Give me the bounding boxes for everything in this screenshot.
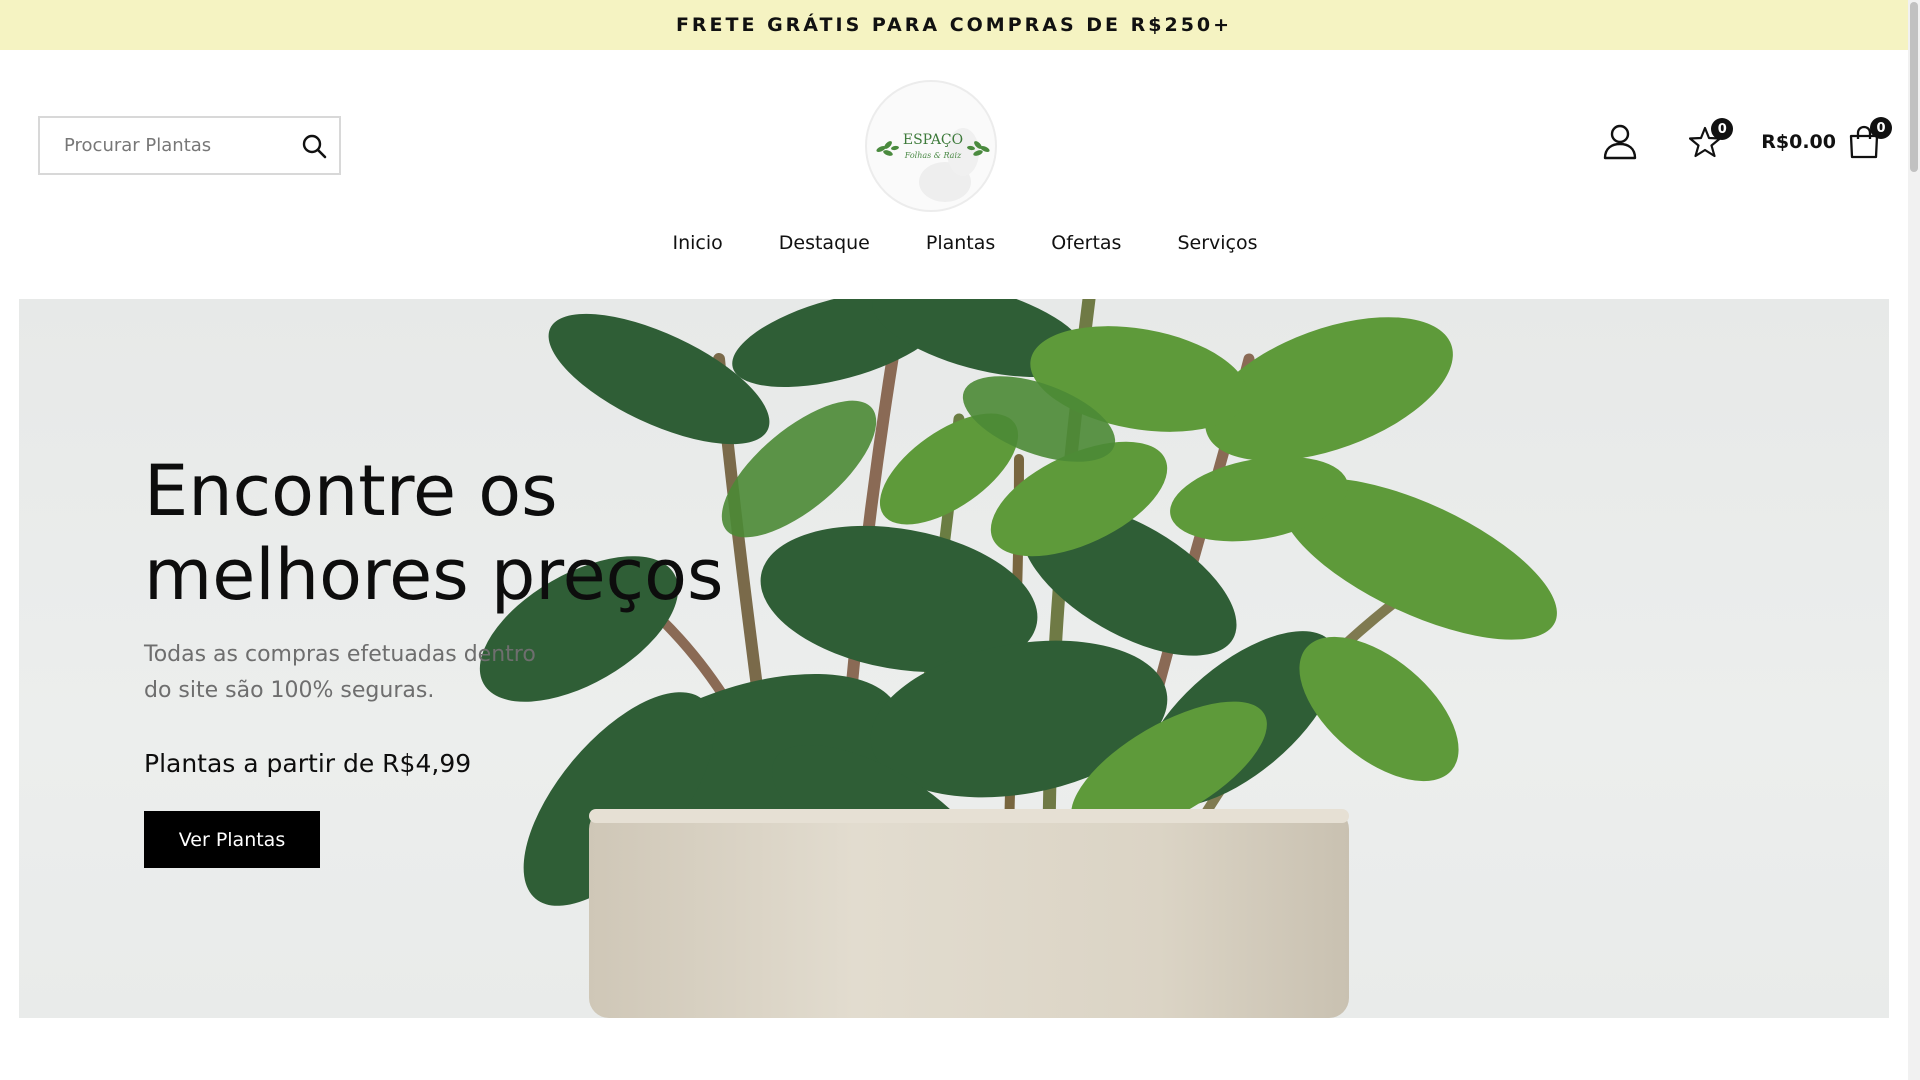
search-input[interactable]: [40, 118, 289, 173]
account-button[interactable]: [1603, 124, 1637, 160]
hero-title: Encontre os melhores preços: [144, 449, 764, 617]
logo-text-bottom: Folhas & Raiz: [904, 151, 962, 160]
hero-banner: Encontre os melhores preços Todas as com…: [19, 299, 1889, 1018]
nav-item-plantas[interactable]: Plantas: [926, 232, 995, 254]
nav-item-destaque[interactable]: Destaque: [779, 232, 870, 254]
leaf-ornament-left: [876, 141, 899, 156]
nav-item-servicos[interactable]: Serviços: [1177, 232, 1257, 254]
user-icon: [1604, 124, 1637, 160]
page-scrollbar[interactable]: [1908, 0, 1920, 1080]
ver-plantas-button[interactable]: Ver Plantas: [144, 811, 320, 868]
search-box: [38, 116, 341, 175]
announcement-text: FRETE GRÁTIS PARA COMPRAS DE R$250+: [675, 14, 1233, 36]
nav-item-ofertas[interactable]: Ofertas: [1051, 232, 1121, 254]
hero-title-line-1: Encontre os: [144, 450, 558, 532]
cart-button[interactable]: R$0.00 0: [1761, 117, 1892, 159]
header-actions: 0 R$0.00 0: [1603, 117, 1892, 160]
wishlist-count-badge: 0: [1711, 118, 1734, 140]
logo-graphic: ESPAÇO Folhas & Raiz: [876, 128, 990, 202]
cart-total: R$0.00: [1761, 131, 1836, 153]
search-icon: [302, 134, 327, 158]
hero-title-line-2: melhores preços: [144, 534, 724, 616]
pot: [589, 809, 1349, 1018]
hero-price-text: Plantas a partir de R$4,99: [144, 749, 472, 778]
main-navigation: Inicio Destaque Plantas Ofertas Serviços: [0, 232, 1908, 254]
nav-item-inicio[interactable]: Inicio: [672, 232, 722, 254]
scrollbar-thumb[interactable]: [1910, 2, 1918, 172]
store-logo[interactable]: ESPAÇO Folhas & Raiz: [865, 80, 997, 212]
search-button[interactable]: [289, 118, 339, 173]
announcement-bar: FRETE GRÁTIS PARA COMPRAS DE R$250+: [0, 0, 1908, 50]
logo-text-top: ESPAÇO: [903, 132, 963, 148]
hero-subtitle: Todas as compras efetuadas dentro do sit…: [144, 642, 536, 703]
cart-count-badge: 0: [1870, 117, 1892, 139]
wishlist-button[interactable]: 0: [1689, 118, 1734, 158]
